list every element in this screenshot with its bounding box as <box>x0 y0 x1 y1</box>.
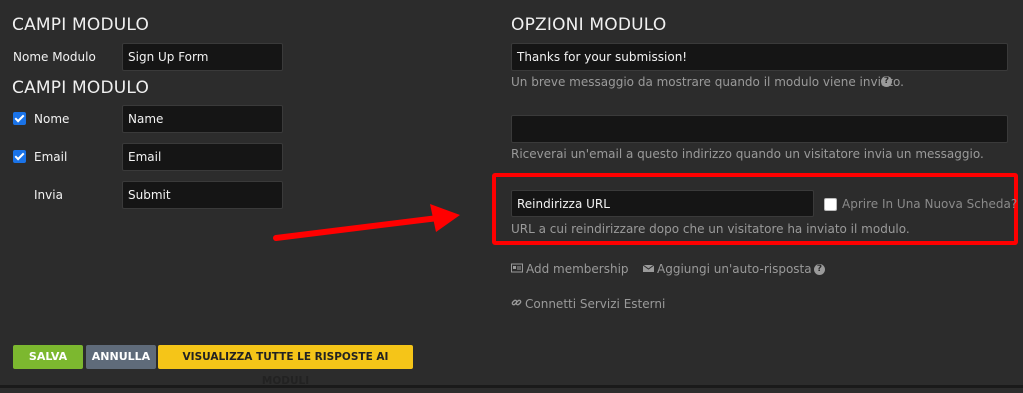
field-invia-input[interactable]: Submit <box>122 181 283 209</box>
new-tab-label: Aprire In Una Nuova Scheda? <box>842 197 1018 211</box>
add-membership-label: Add membership <box>526 262 629 276</box>
thank-you-message-input[interactable]: Thanks for your submission! <box>511 43 1008 71</box>
link-icon <box>511 297 522 311</box>
save-button[interactable]: SALVA <box>13 345 83 369</box>
message-help-text: Un breve messaggio da mostrare quando il… <box>511 75 904 89</box>
field-invia-label: Invia <box>34 188 63 202</box>
field-email-input[interactable]: Email <box>122 143 283 171</box>
notification-email-input[interactable] <box>511 115 1008 143</box>
redirect-help-text: URL a cui reindirizzare dopo che un visi… <box>511 222 910 236</box>
form-name-input[interactable]: Sign Up Form <box>122 43 283 71</box>
form-fields-title: CAMPI MODULO <box>12 15 150 35</box>
new-tab-checkbox[interactable] <box>824 198 837 211</box>
field-nome-checkbox[interactable] <box>13 112 26 125</box>
add-membership-link[interactable]: Add membership <box>511 262 629 276</box>
form-name-label: Nome Modulo <box>13 50 96 64</box>
membership-card-icon <box>511 262 523 276</box>
field-email-checkbox[interactable] <box>13 150 26 163</box>
envelope-icon <box>642 262 655 276</box>
cancel-button[interactable]: ANNULLA <box>86 345 156 369</box>
autoresponder-label: Aggiungi un'auto-risposta <box>657 262 812 276</box>
field-nome-input[interactable]: Name <box>122 105 283 133</box>
external-services-label: Connetti Servizi Esterni <box>525 297 666 311</box>
email-help-text: Riceverai un'email a questo indirizzo qu… <box>511 147 984 161</box>
arrow-annotation-icon <box>273 204 460 241</box>
external-services-link[interactable]: Connetti Servizi Esterni <box>511 297 665 311</box>
form-options-title: OPZIONI MODULO <box>511 15 667 35</box>
view-responses-button[interactable]: VISUALIZZA TUTTE LE RISPOSTE AI MODULI <box>158 345 413 387</box>
field-nome-label: Nome <box>34 112 70 126</box>
form-fields-subtitle: CAMPI MODULO <box>12 78 150 98</box>
redirect-url-input[interactable]: Reindirizza URL <box>511 190 814 217</box>
field-email-label: Email <box>34 150 68 164</box>
autoresponder-link[interactable]: Aggiungi un'auto-risposta <box>642 262 812 276</box>
help-icon[interactable]: ? <box>881 76 892 87</box>
autoresponder-help-icon[interactable]: ? <box>814 264 825 275</box>
